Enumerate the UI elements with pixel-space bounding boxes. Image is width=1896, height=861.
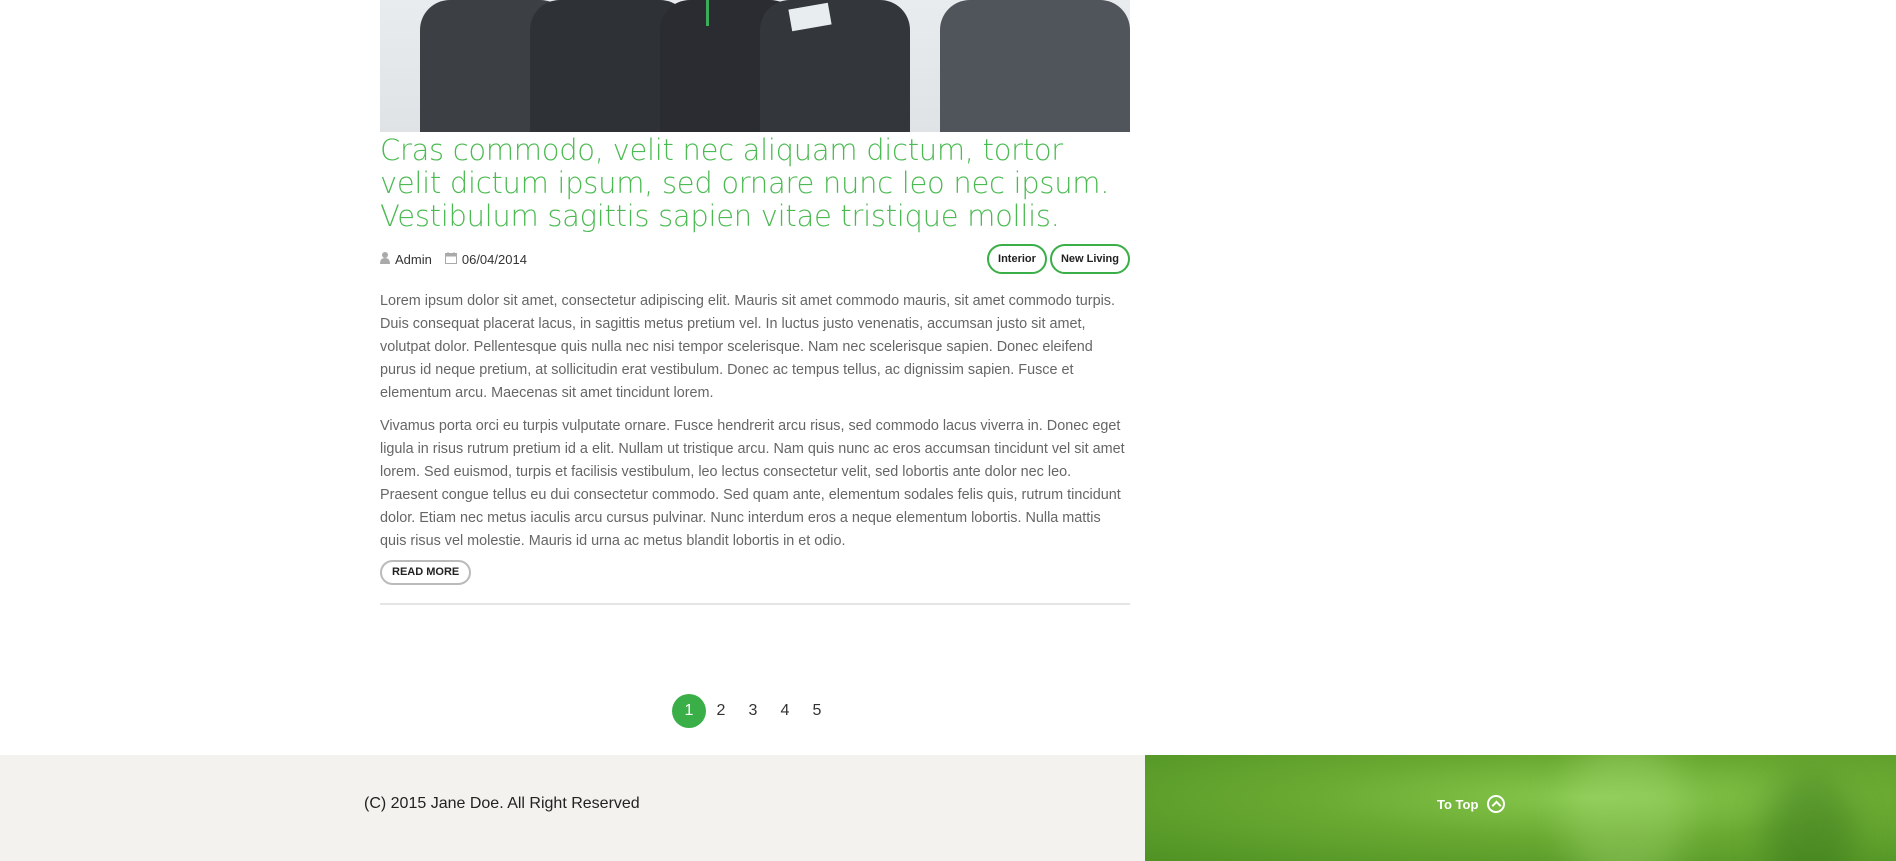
post-meta: Admin 06/04/2014 Interior New Living [380, 244, 1130, 278]
blog-post: Cras commodo, velit nec aliquam dictum, … [380, 0, 1130, 605]
person-figure [940, 0, 1130, 132]
divider [380, 603, 1130, 605]
calendar-icon [444, 252, 457, 267]
user-icon [380, 252, 390, 267]
tag-new-living[interactable]: New Living [1049, 244, 1130, 274]
copyright-text: (C) 2015 Jane Doe. All Right Reserved [364, 795, 640, 812]
to-top-label: To Top [1437, 796, 1479, 812]
chevron-up-circle-icon [1487, 795, 1506, 813]
lanyard [706, 0, 709, 26]
post-paragraph: Lorem ipsum dolor sit amet, consectetur … [380, 293, 1115, 401]
page-5[interactable]: 5 [800, 694, 834, 728]
footer: (C) 2015 Jane Doe. All Right Reserved To… [0, 755, 1896, 861]
post-title[interactable]: Cras commodo, velit nec aliquam dictum, … [380, 132, 1130, 233]
read-more-button[interactable]: READ MORE [380, 560, 472, 585]
post-paragraph: Vivamus porta orci eu turpis vulputate o… [380, 418, 1125, 549]
tag-interior[interactable]: Interior [987, 244, 1047, 274]
page-3[interactable]: 3 [736, 694, 770, 728]
post-tags: Interior New Living [987, 244, 1130, 274]
pagination: 1 2 3 4 5 [672, 694, 832, 728]
page-1[interactable]: 1 [672, 694, 706, 728]
page-4[interactable]: 4 [768, 694, 802, 728]
footer-green-panel: To Top [1145, 755, 1896, 861]
person-figure [760, 0, 910, 132]
post-image[interactable] [380, 0, 1130, 132]
post-date: 06/04/2014 [461, 252, 527, 267]
to-top-button[interactable]: To Top [1437, 795, 1506, 813]
post-author[interactable]: Admin [395, 252, 432, 267]
page-2[interactable]: 2 [704, 694, 738, 728]
